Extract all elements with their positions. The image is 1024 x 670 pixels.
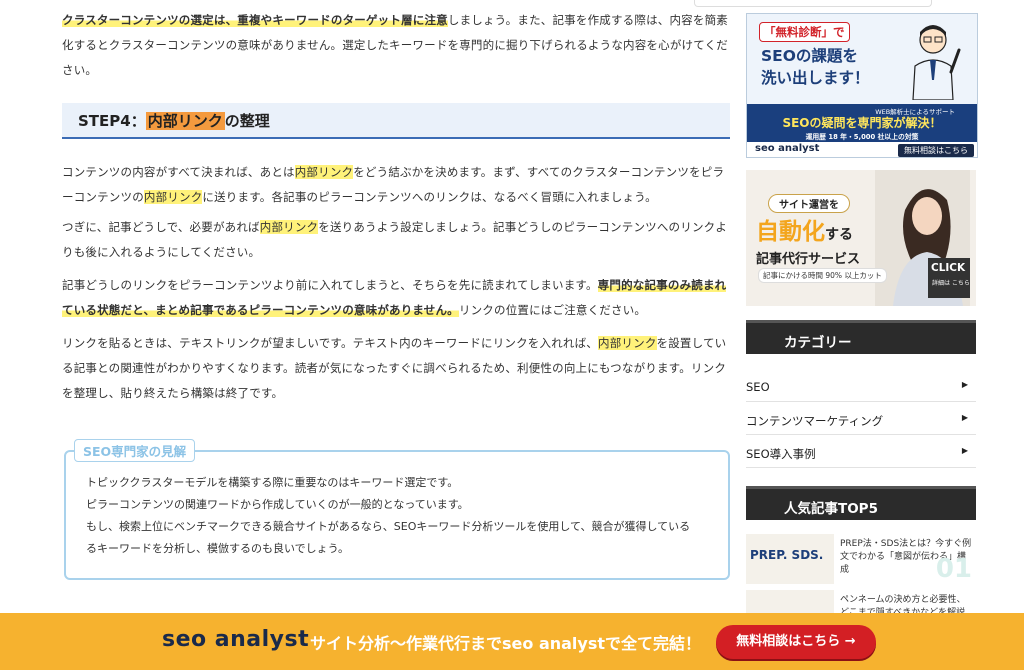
caret-right-icon: ▶ bbox=[961, 413, 968, 422]
heading-keyword: 内部リンク bbox=[145, 111, 225, 130]
seo-expert-box: SEO専門家の見解 トピッククラスターモデルを構築する際に重要なのはキーワード選… bbox=[64, 439, 730, 580]
keyword-internal-link: 内部リンク bbox=[598, 336, 657, 350]
popular-item[interactable]: PREP. SDS. PREP法・SDS法とは？今すぐ例文でわかる「意図が伝わる… bbox=[746, 534, 976, 586]
heading-suffix: の整理 bbox=[224, 111, 270, 130]
ad-footer: seo analyst 無料相談はこちら bbox=[747, 142, 977, 157]
ad-headline-2: 洗い出します！ bbox=[761, 69, 870, 87]
ad2-headline: 自動化する bbox=[756, 219, 853, 245]
paragraph-link-order: 記事どうしのリンクをピラーコンテンツより前に入れてしまうと、そちらを先に読まれて… bbox=[62, 278, 727, 317]
expert-line: ピラーコンテンツの関連ワードから作成していくのが一般的となっています。 bbox=[86, 498, 469, 511]
paragraph-internal-link-1: コンテンツの内容がすべて決まれば、あとは内部リンクをどう結ぶかを決めます。まず、… bbox=[62, 165, 725, 204]
popular-thumbnail: PREP. SDS. bbox=[746, 534, 834, 584]
highlight-text: クラスターコンテンツの選定は、重複やキーワードのターゲット層に注意 bbox=[62, 13, 448, 27]
caret-right-icon: ▶ bbox=[961, 446, 968, 455]
consultant-illustration-icon bbox=[912, 25, 961, 100]
seo-analyst-logo: seo analyst bbox=[162, 627, 310, 652]
ad-headline-1: SEOの課題を bbox=[761, 47, 858, 65]
heading-prefix: STEP4： bbox=[78, 111, 146, 130]
category-item-seo-cases[interactable]: SEO導入事例 ▶ bbox=[746, 436, 976, 468]
keyword-internal-link: 内部リンク bbox=[294, 165, 354, 179]
ad-band-headline: SEOの疑問を専門家が解決！ bbox=[782, 116, 942, 130]
category-item-content-marketing[interactable]: コンテンツマーケティング ▶ bbox=[746, 403, 976, 435]
free-diagnosis-ad[interactable]: 「無料診断」で SEOの課題を 洗い出します！ WEB解析士によるサポート SE… bbox=[746, 13, 978, 158]
banner-tagline: サイト分析〜作業代行までseo analystで全て完結！ bbox=[310, 634, 702, 653]
popular-heading: 人気記事TOP5 bbox=[746, 486, 976, 520]
expert-line: もし、検索上位にベンチマークできる競合サイトがあるなら、SEOキーワード分析ツー… bbox=[86, 520, 691, 533]
article-service-ad[interactable]: サイト運営を 自動化する 記事代行サービス 記事にかける時間 90% 以上カット… bbox=[746, 170, 976, 306]
free-consult-button[interactable]: 無料相談はこちら bbox=[898, 144, 974, 157]
expert-line: トピッククラスターモデルを構築する際に重要なのはキーワード選定です。 bbox=[86, 476, 459, 489]
caret-right-icon: ▶ bbox=[961, 380, 968, 389]
header-dropdown-edge bbox=[694, 0, 932, 7]
section-heading-step4: STEP4： 内部リンク の整理 bbox=[62, 103, 730, 139]
click-sub-label: 詳細は こちら bbox=[932, 280, 970, 287]
click-label: CLICK bbox=[931, 262, 966, 274]
click-button[interactable]: CLICK 詳細は こちら bbox=[928, 258, 970, 298]
ad2-pill: サイト運営を bbox=[768, 194, 850, 213]
ad2-service: 記事代行サービス bbox=[756, 252, 861, 267]
paragraph-cluster-selection: クラスターコンテンツの選定は、重複やキーワードのターゲット層に注意しましょう。ま… bbox=[62, 8, 730, 83]
ad-band: WEB解析士によるサポート SEOの疑問を専門家が解決！ 運用歴 18 年・5,… bbox=[747, 104, 977, 142]
keyword-internal-link: 内部リンク bbox=[259, 220, 319, 234]
free-consult-button[interactable]: 無料相談はこちら → bbox=[716, 625, 876, 659]
bottom-cta-banner[interactable]: seo analyst サイト分析〜作業代行までseo analystで全て完結… bbox=[0, 613, 1024, 670]
seo-analyst-logo: seo analyst bbox=[755, 143, 820, 154]
ad2-stat: 記事にかける時間 90% 以上カット bbox=[758, 268, 887, 283]
keyword-internal-link: 内部リンク bbox=[143, 190, 203, 204]
popular-rank: 01 bbox=[935, 554, 972, 584]
ad-bubble: 「無料診断」で bbox=[759, 22, 850, 42]
ad-band-tagline: 運用歴 18 年・5,000 社以上の対策 bbox=[805, 133, 919, 141]
expert-line: るキーワードを分析し、模倣するのも良いでしょう。 bbox=[86, 542, 350, 555]
expert-box-title: SEO専門家の見解 bbox=[74, 439, 196, 462]
expert-box-body: トピッククラスターモデルを構築する際に重要なのはキーワード選定です。 ピラーコン… bbox=[86, 472, 714, 560]
paragraph-text-link: リンクを貼るときは、テキストリンクが望ましいです。テキスト内のキーワードにリンク… bbox=[62, 336, 727, 400]
category-item-seo[interactable]: SEO ▶ bbox=[746, 370, 976, 402]
category-heading: カテゴリー bbox=[746, 320, 976, 354]
paragraph-internal-link-2: つぎに、記事どうしで、必要があれば内部リンクを送りあうよう設定しましょう。記事ど… bbox=[62, 220, 728, 259]
